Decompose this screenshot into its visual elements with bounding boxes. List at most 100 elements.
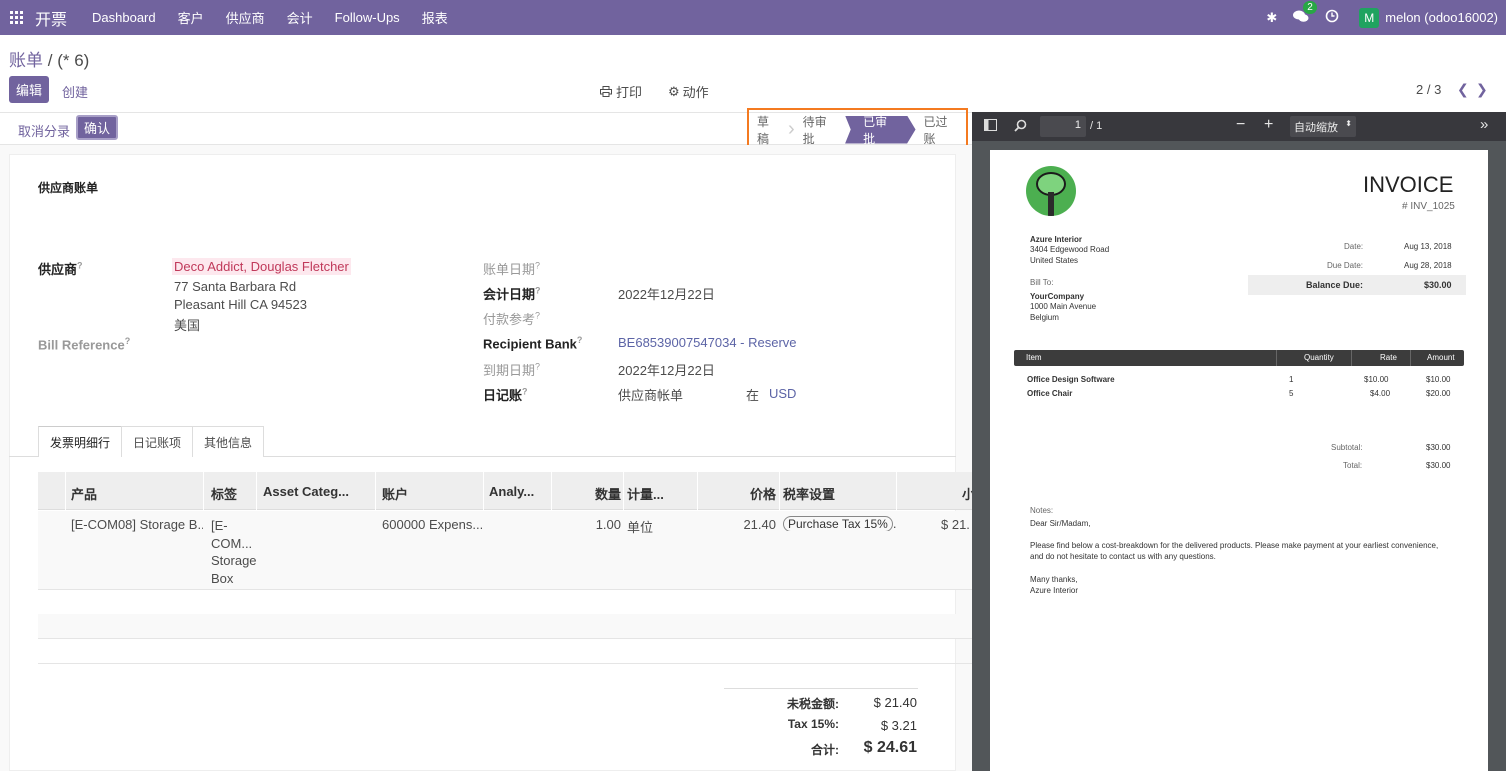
breadcrumb-parent[interactable]: 账单 xyxy=(9,51,43,70)
stage-to-approve[interactable]: 待审批 xyxy=(795,115,845,146)
total-value: $30.00 xyxy=(1426,461,1451,470)
col-price[interactable]: 价格 xyxy=(728,484,776,503)
empty-row xyxy=(38,614,972,639)
total-label: 合计: xyxy=(811,743,839,757)
chevron-left-icon[interactable]: ❮ xyxy=(1457,81,1469,98)
payment-reference-label: 付款参考? xyxy=(483,310,541,327)
chat-icon[interactable]: 2 xyxy=(1293,0,1317,26)
date-value: Aug 13, 2018 xyxy=(1404,242,1452,251)
zoom-out-icon[interactable]: − xyxy=(1236,116,1245,134)
print-label: 打印 xyxy=(616,85,643,100)
tax-amount-value: $ 3.21 xyxy=(880,718,917,733)
user-name[interactable]: melon (odoo16002) xyxy=(1385,10,1498,25)
col-uom[interactable]: 计量... xyxy=(627,484,687,503)
totals-separator xyxy=(724,688,918,689)
page-number-input[interactable]: 1 xyxy=(1040,116,1086,137)
vendor-country: 美国 xyxy=(174,318,201,333)
due-date-label: Due Date: xyxy=(1327,261,1364,270)
col-asset-category[interactable]: Asset Categ... xyxy=(263,484,373,499)
menu-vendors[interactable]: 供应商 xyxy=(215,8,276,27)
item-qty: 1 xyxy=(1289,375,1294,384)
stage-approved[interactable]: 已审批 xyxy=(845,115,916,144)
print-button[interactable]: 打印 xyxy=(600,82,642,101)
sidebar-toggle-icon[interactable] xyxy=(984,119,997,134)
col-label[interactable]: 标签 xyxy=(211,484,256,503)
edit-button[interactable]: 编辑 xyxy=(9,76,49,103)
table-header: 产品 标签 Asset Categ... 账户 Analy... 数量 计量..… xyxy=(38,472,972,510)
menu-dashboard[interactable]: Dashboard xyxy=(81,10,167,25)
zoom-in-icon[interactable]: + xyxy=(1264,116,1273,134)
tax-tag[interactable]: Purchase Tax 15% xyxy=(783,516,893,531)
item-rate: $4.00 xyxy=(1370,389,1391,398)
user-avatar[interactable]: M xyxy=(1359,7,1380,28)
col-quantity[interactable]: 数量 xyxy=(578,484,621,503)
cell-price[interactable]: 21.40 xyxy=(728,517,776,532)
apps-menu-icon[interactable] xyxy=(10,11,23,24)
notes-line-1: Please find below a cost-breakdown for t… xyxy=(1030,541,1439,550)
item-amount: $10.00 xyxy=(1426,375,1451,384)
accounting-date-value[interactable]: 2022年12月22日 xyxy=(618,284,715,303)
vendor-field[interactable]: Deco Addict, Douglas Fletcher xyxy=(172,258,351,275)
cell-account[interactable]: 600000 Expens... xyxy=(382,517,482,532)
menu-accounting[interactable]: 会计 xyxy=(276,8,324,27)
empty-row xyxy=(38,590,972,615)
menu-customers[interactable]: 客户 xyxy=(167,8,215,27)
col-account[interactable]: 账户 xyxy=(382,484,482,503)
tab-other-info[interactable]: 其他信息 xyxy=(192,426,265,457)
recipient-bank-value[interactable]: BE68539007547034 - Reserve xyxy=(618,335,797,350)
bill-reference-label: Bill Reference? xyxy=(38,336,131,353)
confirm-button[interactable]: 确认 xyxy=(76,115,118,140)
clock-icon[interactable] xyxy=(1325,9,1339,26)
cell-quantity[interactable]: 1.00 xyxy=(578,517,621,532)
tools-expand-icon[interactable]: » xyxy=(1480,116,1488,133)
chevron-right-icon[interactable]: ❯ xyxy=(1476,81,1488,98)
col-taxes[interactable]: 税率设置 xyxy=(783,484,883,503)
due-date-label: 到期日期? xyxy=(483,361,541,378)
menu-follow-ups[interactable]: Follow-Ups xyxy=(324,10,411,25)
pager-value[interactable]: 2 / 3 xyxy=(1416,82,1441,97)
col-separator xyxy=(551,472,552,510)
col-item: Item xyxy=(1026,353,1042,362)
select-arrows-icon: ⬍ xyxy=(1345,119,1352,128)
invoice-title: INVOICE xyxy=(1363,172,1454,197)
search-icon[interactable] xyxy=(1014,119,1027,135)
action-button[interactable]: ⚙ 动作 xyxy=(668,82,709,101)
menu-reports[interactable]: 报表 xyxy=(411,8,459,27)
zoom-select[interactable]: 自动缩放 ⬍ xyxy=(1290,116,1356,137)
col-subtotal[interactable]: 小 xyxy=(962,484,972,503)
cell-label[interactable]: [E- COM... Storage Box xyxy=(211,517,257,587)
tab-invoice-lines[interactable]: 发票明细行 xyxy=(38,426,123,457)
create-button[interactable]: 创建 xyxy=(62,82,88,101)
col-separator xyxy=(483,472,484,510)
from-address-2: United States xyxy=(1030,256,1079,265)
vendor-address-line1: 77 Santa Barbara Rd xyxy=(174,279,297,294)
action-label: 动作 xyxy=(682,85,709,100)
vendor-name[interactable]: Deco Addict, Douglas Fletcher xyxy=(172,258,351,275)
tab-journal-items[interactable]: 日记账项 xyxy=(121,426,194,457)
due-date-value[interactable]: 2022年12月22日 xyxy=(618,360,715,379)
currency-value[interactable]: USD xyxy=(769,386,796,401)
chat-count-badge: 2 xyxy=(1303,0,1317,14)
col-separator xyxy=(896,472,897,510)
unreconcile-button[interactable]: 取消分录 xyxy=(18,121,70,140)
bug-icon[interactable]: ✱ xyxy=(1266,10,1277,26)
bill-to-address-2: Belgium xyxy=(1030,313,1059,322)
cell-taxes[interactable]: Purchase Tax 15%. xyxy=(783,516,896,531)
journal-value[interactable]: 供应商帐单 xyxy=(618,385,683,404)
pdf-page: INVOICE # INV_1025 Azure Interior 3404 E… xyxy=(990,150,1488,771)
notes-thanks: Many thanks, xyxy=(1030,575,1078,584)
date-label: Date: xyxy=(1344,242,1364,251)
total-label: Total: xyxy=(1343,461,1363,470)
printer-icon xyxy=(600,86,612,97)
cell-uom[interactable]: 单位 xyxy=(627,517,653,536)
cell-product[interactable]: [E-COM08] Storage B... xyxy=(71,517,203,532)
table-row[interactable]: [E-COM08] Storage B... [E- COM... Storag… xyxy=(38,511,972,590)
stage-draft[interactable]: 草稿 xyxy=(749,115,788,146)
col-analytic[interactable]: Analy... xyxy=(489,484,549,499)
col-product[interactable]: 产品 xyxy=(71,484,201,503)
bill-date-label: 账单日期? xyxy=(483,260,541,277)
stage-posted[interactable]: 已过账 xyxy=(916,115,966,146)
notes-line-2: and do not hesitate to contact us with a… xyxy=(1030,552,1216,561)
balance-due-value: $30.00 xyxy=(1424,280,1452,290)
app-name[interactable]: 开票 xyxy=(35,6,67,30)
